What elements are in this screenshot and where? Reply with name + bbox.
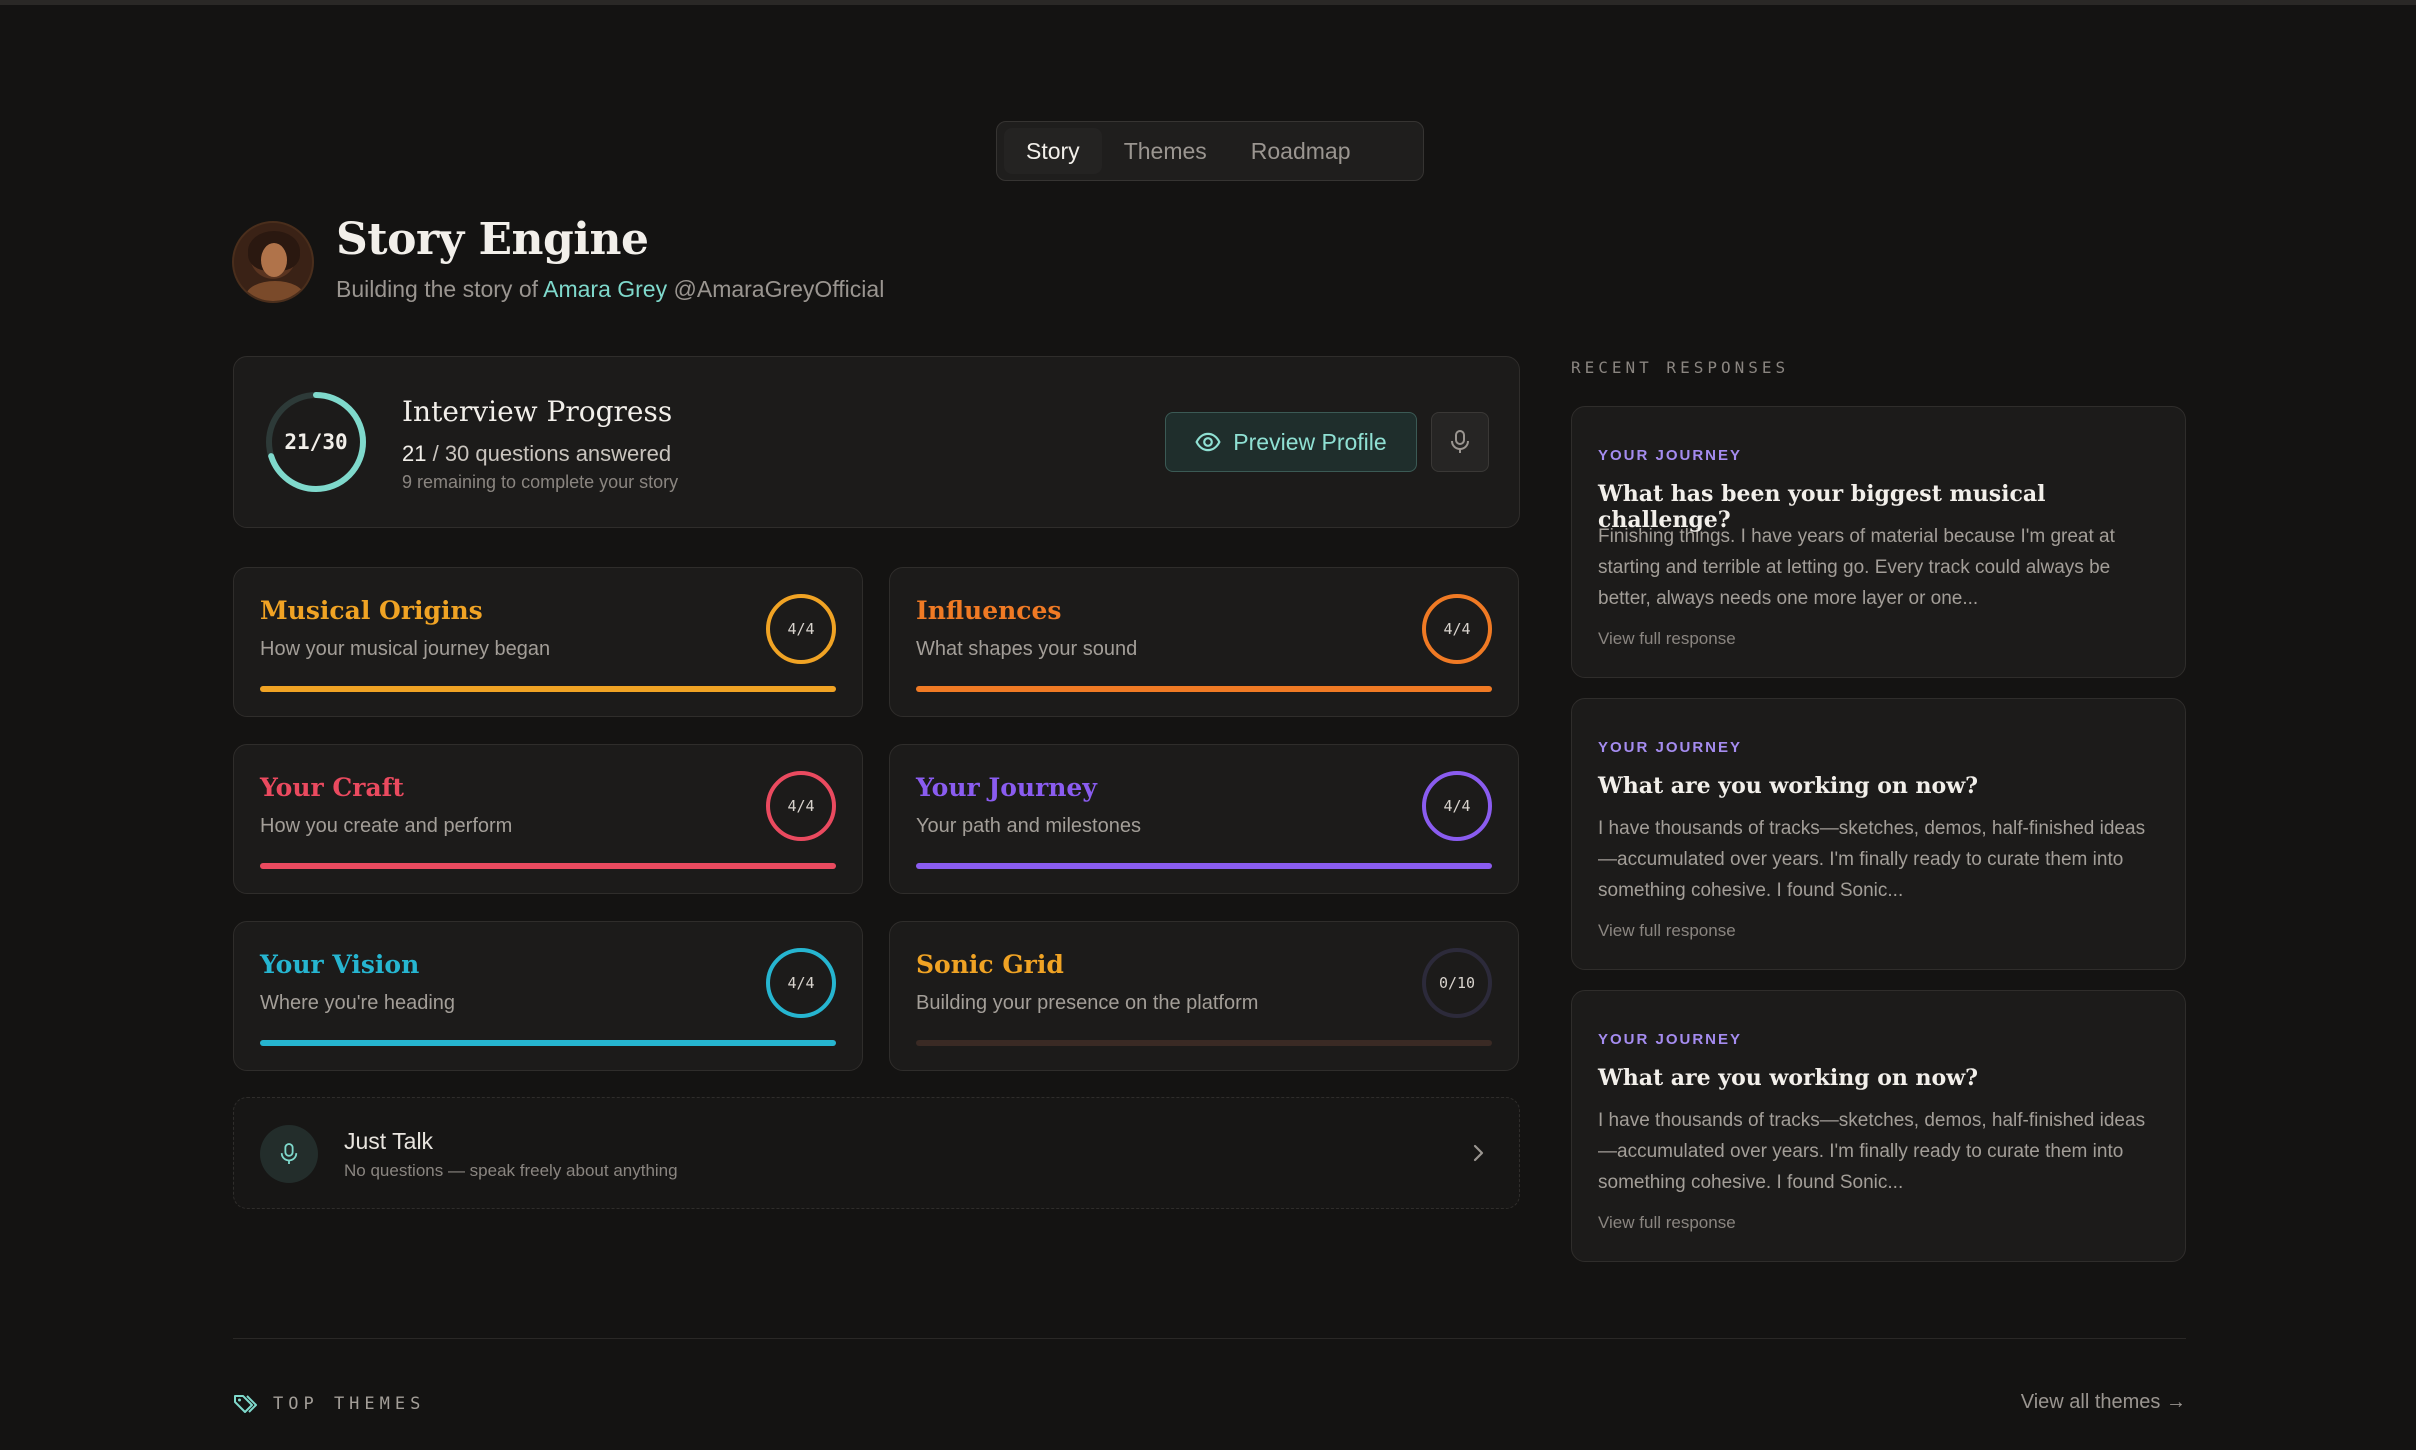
theme-description: What shapes your sound (916, 638, 1138, 660)
response-card: YOUR JOURNEY What are you working on now… (1571, 698, 2186, 970)
voice-button[interactable] (1431, 412, 1489, 472)
just-talk-title: Just Talk (344, 1128, 434, 1154)
theme-name: Your Vision (260, 950, 420, 979)
response-theme-tag: YOUR JOURNEY (1598, 739, 1743, 756)
theme-card-sonic-grid[interactable]: Sonic Grid Building your presence on the… (889, 921, 1519, 1071)
just-talk-mic (260, 1125, 318, 1183)
theme-card-musical-origins[interactable]: Musical Origins How your musical journey… (233, 567, 863, 717)
theme-progress-track (260, 686, 836, 692)
theme-count-badge: 4/4 (766, 948, 836, 1018)
response-card: YOUR JOURNEY What has been your biggest … (1571, 406, 2186, 678)
theme-progress-track (916, 1040, 1492, 1046)
theme-progress-track (916, 863, 1492, 869)
top-themes-heading: TOP THEMES (233, 1393, 425, 1415)
answered-suffix: / 30 questions answered (426, 441, 672, 466)
theme-progress-track (260, 863, 836, 869)
theme-description: Your path and milestones (916, 815, 1141, 837)
just-talk-subtitle: No questions — speak freely about anythi… (344, 1161, 678, 1180)
theme-card-your-craft[interactable]: Your Craft How you create and perform 4/… (233, 744, 863, 894)
preview-profile-button[interactable]: Preview Profile (1165, 412, 1417, 472)
interview-progress-card: 21/30 Interview Progress 21 / 30 questio… (233, 356, 1520, 528)
top-themes-label: TOP THEMES (273, 1394, 426, 1414)
progress-title: Interview Progress (402, 395, 673, 428)
theme-description: Where you're heading (260, 992, 456, 1014)
theme-count-badge: 0/10 (1422, 948, 1492, 1018)
response-excerpt: Finishing things. I have years of materi… (1598, 526, 2115, 609)
artist-handle: @AmaraGreyOfficial (667, 276, 885, 302)
theme-progress-fill (260, 686, 836, 692)
page-title: Story Engine (336, 214, 649, 265)
theme-count-badge: 4/4 (766, 771, 836, 841)
theme-name: Your Journey (916, 773, 1097, 802)
response-question: What are you working on now? (1598, 1065, 1979, 1091)
theme-progress-fill (916, 863, 1492, 869)
theme-progress-track (916, 686, 1492, 692)
chevron-right-icon (1473, 1144, 1484, 1162)
theme-progress-track (260, 1040, 836, 1046)
theme-count-badge: 4/4 (766, 594, 836, 664)
view-full-response-link[interactable]: View full response (1598, 629, 1736, 649)
response-question: What are you working on now? (1598, 773, 1979, 799)
progress-remaining: 9 remaining to complete your story (402, 472, 679, 492)
theme-count-badge: 4/4 (1422, 594, 1492, 664)
theme-count-badge: 4/4 (1422, 771, 1492, 841)
view-full-response-link[interactable]: View full response (1598, 921, 1736, 941)
theme-description: Building your presence on the platform (916, 992, 1259, 1014)
tab-themes[interactable]: Themes (1102, 128, 1229, 174)
theme-card-your-journey[interactable]: Your Journey Your path and milestones 4/… (889, 744, 1519, 894)
view-full-response-link[interactable]: View full response (1598, 1213, 1736, 1233)
just-talk-card[interactable]: Just Talk No questions — speak freely ab… (233, 1097, 1520, 1209)
progress-ring-label: 21/30 (284, 430, 348, 454)
microphone-icon (1451, 430, 1469, 453)
answered-count: 21 (402, 441, 427, 466)
tags-icon (234, 1395, 257, 1413)
tab-roadmap[interactable]: Roadmap (1229, 128, 1373, 174)
response-theme-tag: YOUR JOURNEY (1598, 1031, 1743, 1048)
theme-name: Sonic Grid (916, 950, 1064, 979)
theme-name: Influences (916, 596, 1062, 625)
progress-ring: 21/30 (264, 390, 368, 494)
artist-name: Amara Grey (543, 276, 668, 302)
theme-card-your-vision[interactable]: Your Vision Where you're heading 4/4 (233, 921, 863, 1071)
theme-progress-fill (916, 686, 1492, 692)
theme-name: Musical Origins (260, 596, 483, 625)
artist-avatar (232, 221, 314, 303)
eye-icon (1195, 432, 1221, 452)
recent-responses-heading: RECENT RESPONSES (1571, 358, 1790, 377)
response-excerpt: I have thousands of tracks—sketches, dem… (1598, 818, 2146, 901)
theme-progress-fill (260, 863, 836, 869)
theme-card-influences[interactable]: Influences What shapes your sound 4/4 (889, 567, 1519, 717)
response-excerpt: I have thousands of tracks—sketches, dem… (1598, 1110, 2146, 1193)
preview-profile-label: Preview Profile (1233, 428, 1387, 455)
subtitle-prefix: Building the story of (336, 276, 544, 302)
theme-description: How you create and perform (260, 815, 513, 837)
tab-story[interactable]: Story (1004, 128, 1102, 174)
view-all-themes-link[interactable]: View all themes → (2021, 1391, 2186, 1414)
top-border (0, 0, 2416, 5)
response-card: YOUR JOURNEY What are you working on now… (1571, 990, 2186, 1262)
theme-name: Your Craft (260, 773, 404, 802)
page-subtitle: Building the story of Amara Grey @AmaraG… (336, 276, 884, 303)
view-tabs: Story Themes Roadmap (996, 121, 1424, 181)
theme-progress-fill (260, 1040, 836, 1046)
progress-answered: 21 / 30 questions answered (402, 441, 671, 467)
response-theme-tag: YOUR JOURNEY (1598, 447, 1743, 464)
microphone-icon (280, 1143, 298, 1164)
theme-description: How your musical journey began (260, 638, 551, 660)
section-divider (233, 1338, 2186, 1339)
